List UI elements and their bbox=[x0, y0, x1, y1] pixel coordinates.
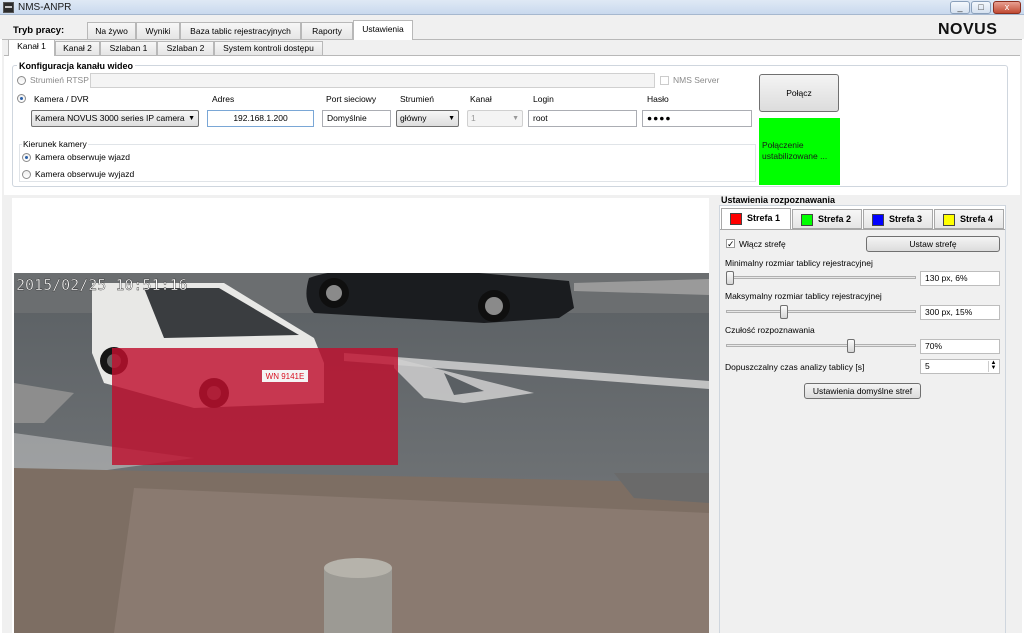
title-bar bbox=[0, 0, 1024, 15]
min-plate-slider-track[interactable] bbox=[726, 276, 916, 279]
status-text-line1: Połączenie bbox=[762, 140, 804, 150]
sensitivity-slider-track[interactable] bbox=[726, 344, 916, 347]
enable-zone-label: Włącz strefę bbox=[739, 239, 786, 249]
camera-video-feed[interactable]: WN 9141E 2015/02/25 10:51:16 bbox=[14, 273, 709, 633]
min-plate-label: Minimalny rozmiar tablicy rejestracyjnej bbox=[725, 258, 873, 268]
password-input[interactable]: ●●●● bbox=[642, 110, 752, 127]
min-plate-slider-thumb[interactable] bbox=[726, 271, 734, 285]
nms-server-label: NMS Server bbox=[673, 75, 720, 85]
zone-1-label: Strefa 1 bbox=[747, 213, 781, 223]
nms-server-checkbox[interactable] bbox=[660, 76, 669, 85]
zone-2-label: Strefa 2 bbox=[818, 214, 852, 224]
zone-3-color-swatch bbox=[872, 214, 884, 226]
max-plate-slider-thumb[interactable] bbox=[780, 305, 788, 319]
login-label: Login bbox=[533, 94, 554, 104]
window-title: NMS-ANPR bbox=[18, 2, 72, 13]
direction-out-radio[interactable] bbox=[22, 170, 31, 179]
camera-dvr-label: Kamera / DVR bbox=[34, 94, 89, 104]
video-config-title: Konfiguracja kanału wideo bbox=[17, 61, 136, 71]
port-input[interactable]: Domyślnie bbox=[322, 110, 391, 127]
analysis-time-label: Dopuszczalny czas analizy tablicy [s] bbox=[725, 362, 865, 372]
chevron-down-icon: ▼ bbox=[448, 115, 455, 122]
default-zones-button[interactable]: Ustawienia domyślne stref bbox=[804, 383, 921, 399]
maximize-button[interactable]: □ bbox=[971, 1, 991, 14]
login-input[interactable]: root bbox=[528, 110, 637, 127]
tab-channel-2[interactable]: Kanał 2 bbox=[55, 41, 100, 55]
tab-reports[interactable]: Raporty bbox=[301, 22, 353, 39]
sensitivity-value: 70% bbox=[920, 339, 1000, 354]
stream-label: Strumień bbox=[400, 94, 435, 104]
sensitivity-slider-thumb[interactable] bbox=[847, 339, 855, 353]
status-text-line2: ustabilizowane ... bbox=[762, 151, 828, 161]
camera-model-select[interactable]: Kamera NOVUS 3000 series IP camera ▼ bbox=[31, 110, 199, 127]
zone-tab-3[interactable]: Strefa 3 bbox=[863, 209, 933, 229]
recognition-settings-title: Ustawienia rozpoznawania bbox=[721, 195, 836, 205]
mode-label: Tryb pracy: bbox=[13, 25, 65, 36]
address-input[interactable]: 192.168.1.200 bbox=[207, 110, 314, 127]
analysis-time-value: 5 bbox=[925, 361, 930, 371]
channel-value: 1 bbox=[471, 113, 476, 123]
min-plate-value: 130 px, 6% bbox=[920, 271, 1000, 286]
zone-tab-1[interactable]: Strefa 1 bbox=[721, 208, 791, 230]
tab-barrier-2[interactable]: Szlaban 2 bbox=[157, 41, 214, 55]
set-zone-button[interactable]: Ustaw strefę bbox=[866, 236, 1000, 252]
max-plate-slider-track[interactable] bbox=[726, 310, 916, 313]
close-button[interactable]: x bbox=[993, 1, 1021, 14]
zone-4-label: Strefa 4 bbox=[960, 214, 994, 224]
camera-dvr-radio[interactable] bbox=[17, 94, 26, 103]
minimize-button[interactable]: _ bbox=[950, 1, 970, 14]
rtsp-url-input[interactable] bbox=[90, 73, 655, 88]
zone-tab-2[interactable]: Strefa 2 bbox=[792, 209, 862, 229]
chevron-down-icon: ▼ bbox=[188, 115, 195, 122]
tab-plate-database[interactable]: Baza tablic rejestracyjnych bbox=[180, 22, 301, 39]
zone-1-color-swatch bbox=[730, 213, 742, 225]
zone-2-color-swatch bbox=[801, 214, 813, 226]
connect-button[interactable]: Połącz bbox=[759, 74, 839, 112]
zone-3-label: Strefa 3 bbox=[889, 214, 923, 224]
video-timestamp: 2015/02/25 10:51:16 bbox=[16, 276, 188, 294]
tab-live[interactable]: Na żywo bbox=[87, 22, 136, 39]
direction-in-label: Kamera obserwuje wjazd bbox=[35, 152, 130, 162]
camera-direction-label: Kierunek kamery bbox=[22, 139, 88, 149]
zone-4-color-swatch bbox=[943, 214, 955, 226]
stream-value: główny bbox=[400, 113, 427, 123]
tab-settings[interactable]: Ustawienia bbox=[353, 20, 413, 40]
address-label: Adres bbox=[212, 94, 235, 104]
stream-select[interactable]: główny ▼ bbox=[396, 110, 459, 127]
channel-select[interactable]: 1 ▼ bbox=[467, 110, 523, 127]
rtsp-label: Strumień RTSP bbox=[30, 75, 89, 85]
tab-channel-1[interactable]: Kanał 1 bbox=[8, 39, 55, 56]
connection-status: Połączenie ustabilizowane ... bbox=[759, 118, 840, 185]
sensitivity-label: Czułość rozpoznawania bbox=[725, 325, 815, 335]
analysis-time-input[interactable]: 5 ▲ ▼ bbox=[920, 359, 1000, 374]
channel-label: Kanał bbox=[470, 94, 492, 104]
zone-tab-4[interactable]: Strefa 4 bbox=[934, 209, 1004, 229]
plate-text: WN 9141E bbox=[266, 372, 305, 381]
tab-access-control[interactable]: System kontroli dostępu bbox=[214, 41, 323, 55]
app-icon bbox=[3, 2, 14, 13]
direction-out-label: Kamera obserwuje wyjazd bbox=[35, 169, 135, 179]
spinner-arrows-icon[interactable]: ▲ ▼ bbox=[988, 360, 998, 372]
max-plate-label: Maksymalny rozmiar tablicy rejestracyjne… bbox=[725, 291, 882, 301]
tab-barrier-1[interactable]: Szlaban 1 bbox=[100, 41, 157, 55]
enable-zone-checkbox[interactable]: ✓ bbox=[726, 239, 735, 249]
max-plate-value: 300 px, 15% bbox=[920, 305, 1000, 320]
password-label: Hasło bbox=[647, 94, 669, 104]
chevron-down-icon: ▼ bbox=[512, 115, 519, 122]
port-label: Port sieciowy bbox=[326, 94, 377, 104]
zone-settings-panel bbox=[720, 229, 1005, 633]
novus-logo: NOVUS bbox=[938, 21, 998, 38]
direction-in-radio[interactable] bbox=[22, 153, 31, 162]
tab-results[interactable]: Wyniki bbox=[136, 22, 180, 39]
rtsp-radio[interactable] bbox=[17, 76, 26, 85]
camera-model-value: Kamera NOVUS 3000 series IP camera bbox=[35, 113, 185, 123]
